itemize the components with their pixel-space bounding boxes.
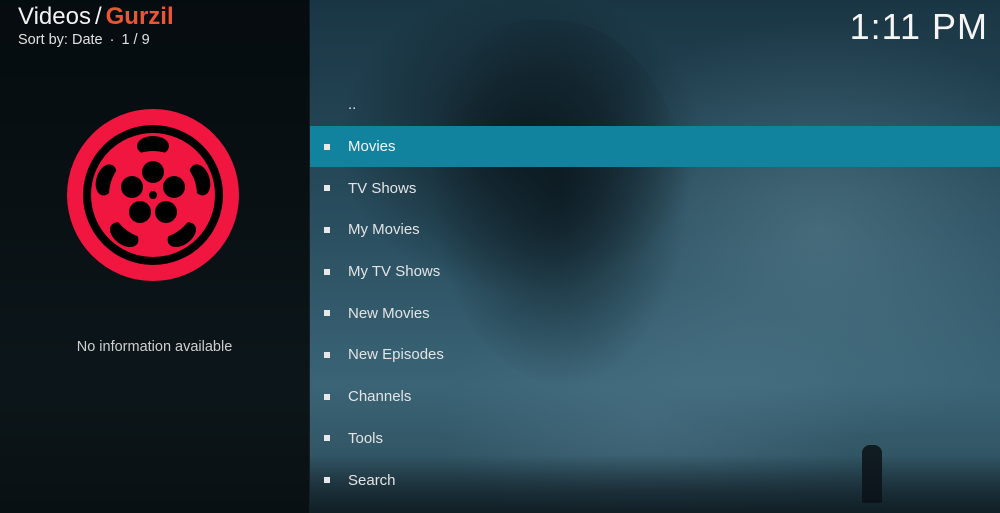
breadcrumb: Videos / Gurzil xyxy=(18,4,174,30)
list-item-label: Movies xyxy=(348,138,396,156)
bullet-icon xyxy=(324,185,330,192)
list-item-tools[interactable]: Tools xyxy=(310,418,1000,460)
clock: 1:11 PM xyxy=(849,6,988,47)
list-item-label: .. xyxy=(348,96,357,114)
list-item-search[interactable]: Search xyxy=(310,459,1000,501)
list-item-label: My TV Shows xyxy=(348,263,441,281)
bullet-icon xyxy=(324,268,330,275)
list-item-label: Search xyxy=(348,471,396,489)
list-item-label: New Movies xyxy=(348,304,430,322)
list-item-updir[interactable]: .. xyxy=(310,84,1000,126)
bullet-icon xyxy=(324,143,330,150)
film-reel-icon xyxy=(67,109,239,281)
bullet-icon xyxy=(324,393,330,400)
page-header: Videos / Gurzil Sort by: Date · 1 / 9 xyxy=(18,4,174,49)
bullet-icon xyxy=(324,310,330,317)
list-item-my-tv-shows[interactable]: My TV Shows xyxy=(310,251,1000,293)
list-item-label: My Movies xyxy=(348,221,420,239)
sort-info: Sort by: Date · 1 / 9 xyxy=(18,32,174,48)
sort-label: Sort by: Date xyxy=(18,32,103,48)
page-info: 1 / 9 xyxy=(121,32,150,48)
bullet-icon xyxy=(324,477,330,484)
list-item-label: Channels xyxy=(348,388,412,406)
info-panel: No information available xyxy=(0,0,310,513)
sort-dot: · xyxy=(109,32,115,48)
breadcrumb-section: Videos xyxy=(18,3,91,30)
list-item-label: New Episodes xyxy=(348,346,444,364)
media-list: .. Movies TV Shows My Movies My TV Shows… xyxy=(310,84,1000,501)
breadcrumb-current: Gurzil xyxy=(105,3,174,30)
list-item-label: TV Shows xyxy=(348,179,417,197)
breadcrumb-separator: / xyxy=(94,3,102,30)
list-item-tv-shows[interactable]: TV Shows xyxy=(310,167,1000,209)
list-item-new-episodes[interactable]: New Episodes xyxy=(310,334,1000,376)
list-item-new-movies[interactable]: New Movies xyxy=(310,292,1000,334)
list-item-movies[interactable]: Movies xyxy=(310,125,1000,168)
list-item-label: Tools xyxy=(348,429,384,447)
bullet-icon xyxy=(324,351,330,358)
list-item-my-movies[interactable]: My Movies xyxy=(310,209,1000,251)
list-item-channels[interactable]: Channels xyxy=(310,376,1000,418)
bullet-icon xyxy=(324,435,330,442)
no-info-text: No information available xyxy=(76,339,233,355)
bullet-icon xyxy=(324,226,330,233)
